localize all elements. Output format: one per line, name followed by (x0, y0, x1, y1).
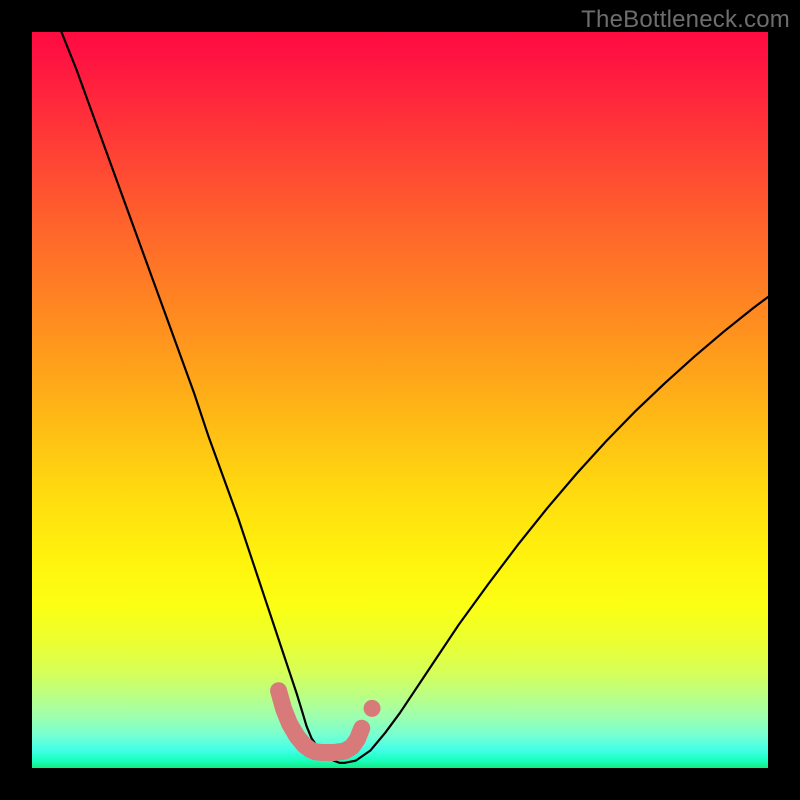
curve-layer (32, 32, 768, 768)
plot-area (32, 32, 768, 768)
watermark-text: TheBottleneck.com (581, 6, 790, 34)
optimal-range-marker (279, 691, 362, 753)
marker-dot (364, 700, 381, 717)
chart-container: TheBottleneck.com (0, 0, 800, 800)
bottleneck-curve (61, 32, 768, 763)
